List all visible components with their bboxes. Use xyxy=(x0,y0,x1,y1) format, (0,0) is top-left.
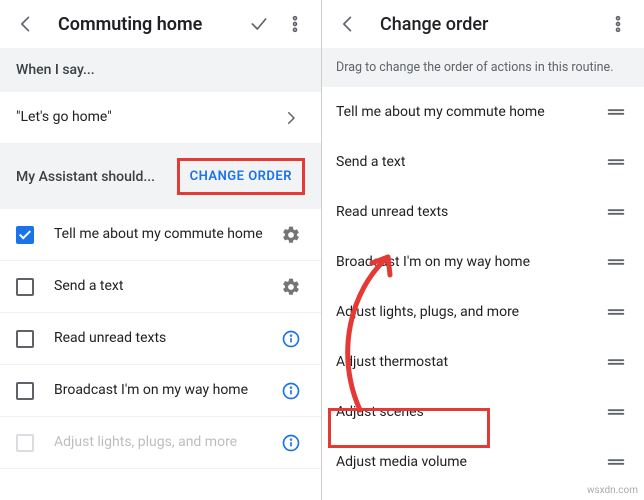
chevron-right-icon xyxy=(277,109,305,127)
reorder-row[interactable]: Adjust media volume xyxy=(322,437,644,487)
drag-handle-icon[interactable] xyxy=(602,451,630,473)
action-checkbox[interactable] xyxy=(16,278,34,296)
more-icon[interactable] xyxy=(277,6,313,42)
reorder-row[interactable]: Send a text xyxy=(322,137,644,187)
reorder-label: Adjust scenes xyxy=(336,404,602,420)
action-row[interactable]: Adjust lights, plugs, and more xyxy=(0,417,321,469)
back-icon[interactable] xyxy=(8,6,44,42)
action-label: Send a text xyxy=(54,277,277,296)
more-icon[interactable] xyxy=(600,6,636,42)
page-title: Change order xyxy=(366,14,600,35)
trigger-phrase-row[interactable]: "Let's go home" xyxy=(0,92,321,144)
reorder-row[interactable]: Adjust thermostat xyxy=(322,337,644,387)
should-header-label: My Assistant should... xyxy=(16,169,155,185)
action-list: Tell me about my commute home Send a text… xyxy=(0,209,321,469)
reorder-row[interactable]: Broadcast I'm on my way home xyxy=(322,237,644,287)
reorder-row[interactable]: Read unread texts xyxy=(322,187,644,237)
watermark: wsxdn.com xyxy=(587,485,638,496)
action-row[interactable]: Broadcast I'm on my way home xyxy=(0,365,321,417)
drag-handle-icon[interactable] xyxy=(602,351,630,373)
drag-handle-icon[interactable] xyxy=(602,301,630,323)
reorder-instruction: Drag to change the order of actions in t… xyxy=(322,48,644,87)
reorder-label: Broadcast I'm on my way home xyxy=(336,254,602,270)
reorder-row[interactable]: Tell me about my commute home xyxy=(322,87,644,137)
action-label: Adjust lights, plugs, and more xyxy=(54,433,277,452)
action-label: Tell me about my commute home xyxy=(54,225,277,244)
action-row[interactable]: Read unread texts xyxy=(0,313,321,365)
when-i-say-header: When I say... xyxy=(0,48,321,92)
drag-handle-icon[interactable] xyxy=(602,401,630,423)
reorder-row[interactable]: Adjust lights, plugs, and more xyxy=(322,287,644,337)
assistant-should-header: My Assistant should... CHANGE ORDER xyxy=(0,144,321,209)
drag-handle-icon[interactable] xyxy=(602,251,630,273)
reorder-label: Adjust media volume xyxy=(336,454,602,470)
gear-icon[interactable] xyxy=(277,277,305,297)
reorder-label: Adjust thermostat xyxy=(336,354,602,370)
reorder-list: Tell me about my commute home Send a text… xyxy=(322,87,644,487)
reorder-row[interactable]: Adjust scenes xyxy=(322,387,644,437)
page-title: Commuting home xyxy=(44,14,241,35)
info-icon[interactable] xyxy=(277,329,305,349)
drag-handle-icon[interactable] xyxy=(602,101,630,123)
trigger-phrase-label: "Let's go home" xyxy=(16,108,277,127)
reorder-label: Read unread texts xyxy=(336,204,602,220)
check-icon[interactable] xyxy=(241,6,277,42)
action-label: Broadcast I'm on my way home xyxy=(54,381,277,400)
drag-handle-icon[interactable] xyxy=(602,201,630,223)
when-header-label: When I say... xyxy=(16,62,95,78)
action-checkbox[interactable] xyxy=(16,226,34,244)
action-row[interactable]: Send a text xyxy=(0,261,321,313)
drag-handle-icon[interactable] xyxy=(602,151,630,173)
back-icon[interactable] xyxy=(330,6,366,42)
action-checkbox[interactable] xyxy=(16,330,34,348)
appbar-left: Commuting home xyxy=(0,0,321,48)
action-row[interactable]: Tell me about my commute home xyxy=(0,209,321,261)
reorder-label: Send a text xyxy=(336,154,602,170)
change-order-screen: Change order Drag to change the order of… xyxy=(322,0,644,500)
change-order-button[interactable]: CHANGE ORDER xyxy=(177,158,305,195)
reorder-label: Tell me about my commute home xyxy=(336,104,602,120)
gear-icon[interactable] xyxy=(277,225,305,245)
reorder-label: Adjust lights, plugs, and more xyxy=(336,304,602,320)
action-label: Read unread texts xyxy=(54,329,277,348)
info-icon[interactable] xyxy=(277,381,305,401)
routine-edit-screen: Commuting home When I say... "Let's go h… xyxy=(0,0,322,500)
info-icon[interactable] xyxy=(277,433,305,453)
action-checkbox xyxy=(16,434,34,452)
appbar-right: Change order xyxy=(322,0,644,48)
action-checkbox[interactable] xyxy=(16,382,34,400)
